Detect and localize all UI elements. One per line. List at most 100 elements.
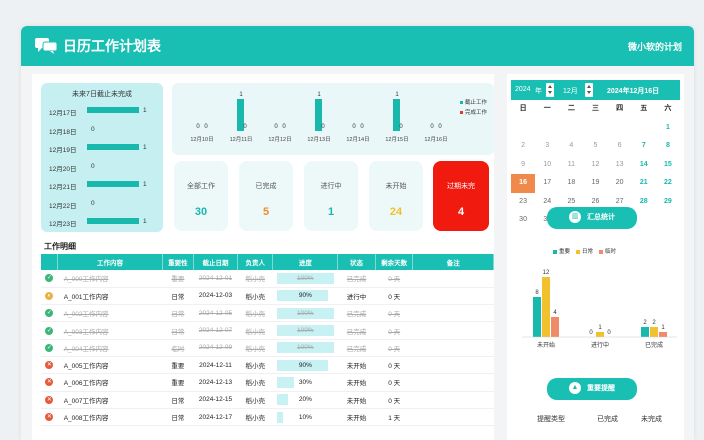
cell-remain: 0 天 [375, 373, 413, 392]
cell-note[interactable] [412, 304, 494, 323]
cell-note[interactable] [412, 408, 494, 427]
check-icon: ✓ [45, 326, 54, 335]
upcoming-count: 1 [143, 144, 147, 151]
calendar-day[interactable]: 13 [608, 156, 632, 175]
cell-prio: 日常 [162, 321, 194, 340]
year-spinner[interactable] [546, 83, 554, 97]
page-title: 日历工作计划表 [63, 38, 161, 54]
calendar-day[interactable]: 6 [608, 137, 632, 156]
stat-card[interactable]: 进行中 1 [304, 161, 358, 231]
calendar-day[interactable]: 20 [608, 174, 632, 193]
month-spinner[interactable] [585, 83, 593, 97]
calendar-day[interactable]: 11 [559, 156, 583, 175]
upcoming-date: 12月19日 [49, 147, 77, 154]
category-chart: 8124未开始010进行中2 21已完成 [522, 270, 677, 349]
calendar-day[interactable]: 15 [656, 156, 680, 175]
table-row[interactable]: ✕ A_006工作内容 重要 2024-12-13 稻小壳 30% 未开始 0 天 [41, 373, 494, 392]
column-header[interactable]: 工作内容 [57, 254, 163, 270]
cell-remain: 1 天 [375, 408, 413, 427]
calendar-day[interactable]: 22 [656, 174, 680, 193]
column-header[interactable]: 进度 [272, 254, 339, 270]
stat-card[interactable]: 过期未完 4 [433, 161, 489, 231]
table-row[interactable]: ✕ A_008工作内容 日常 2024-12-17 稻小壳 10% 未开始 1 天 [41, 408, 494, 427]
calendar-day[interactable]: 14 [632, 156, 656, 175]
upcoming-row: 12月17日 1 [47, 106, 159, 117]
column-header[interactable] [41, 254, 59, 270]
cell-note[interactable] [412, 356, 494, 375]
table-row[interactable]: ✓ A_000工作内容 重要 2024-12-01 稻小壳 100% 已完成 0 天 [41, 270, 494, 288]
cell-note[interactable] [412, 321, 494, 340]
table-row[interactable]: ✓ A_003工作内容 日常 2024-12-07 稻小壳 100% 已完成 0 天 [41, 321, 494, 340]
cross-icon: ✕ [45, 395, 54, 404]
table-row[interactable]: ✕ A_007工作内容 日常 2024-12-15 稻小壳 20% 未开始 0 天 [41, 391, 494, 409]
cell-note[interactable] [412, 339, 494, 357]
calendar-day[interactable]: 8 [656, 137, 680, 156]
calendar-day[interactable]: 16 [511, 174, 536, 193]
calendar-day[interactable]: 28 [632, 193, 656, 212]
calendar-day[interactable]: 12 [583, 156, 607, 175]
cell-status: 未开始 [337, 373, 376, 392]
calendar-day[interactable]: 7 [632, 137, 656, 156]
cell-task: A_007工作内容 [57, 391, 163, 409]
cell-note[interactable] [412, 373, 494, 392]
stat-card[interactable]: 已完成 5 [239, 161, 293, 231]
column-header[interactable]: 状态 [337, 254, 376, 270]
cell-progress: 90% [272, 287, 338, 306]
calendar-day[interactable]: 5 [583, 137, 607, 156]
table-row[interactable]: ✓ A_002工作内容 日常 2024-12-05 稻小壳 100% 已完成 0 天 [41, 304, 494, 323]
cross-icon: ✕ [45, 361, 54, 370]
month-value[interactable]: 12月 [563, 86, 578, 96]
bar-label: 8 [535, 290, 539, 296]
cell-note[interactable] [412, 270, 494, 288]
cell-remain: 0 天 [375, 287, 413, 306]
upcoming-date: 12月18日 [49, 128, 77, 136]
done-label: 0 [399, 124, 403, 130]
table-row[interactable]: ✓ A_004工作内容 临时 2024-12-09 稻小壳 100% 已完成 0 天 [41, 339, 494, 357]
summary-button[interactable]: ▥ 汇总统计 [547, 207, 637, 229]
cell-due: 2024-12-11 [193, 356, 238, 375]
bottom-legend: 重要 日常 临时 [553, 247, 622, 255]
calendar-day[interactable]: 3 [535, 137, 559, 156]
cell-owner: 稻小壳 [237, 304, 273, 323]
progress-fill [276, 394, 289, 406]
calendar-day[interactable]: 2 [511, 137, 535, 156]
cell-prio: 日常 [162, 391, 194, 409]
calendar-day[interactable]: 1 [656, 119, 680, 138]
cell-note[interactable] [412, 391, 494, 409]
cell-note[interactable] [412, 287, 494, 306]
cell-owner: 稻小壳 [237, 321, 273, 340]
table-row[interactable]: ✕ A_005工作内容 重要 2024-12-11 稻小壳 90% 未开始 0 天 [41, 356, 494, 375]
cell-due: 2024-12-17 [193, 408, 238, 427]
column-header[interactable]: 备注 [412, 254, 494, 270]
calendar-day[interactable]: 29 [656, 193, 680, 212]
calendar-day[interactable]: 23 [511, 193, 535, 212]
stat-card[interactable]: 未开始 24 [369, 161, 423, 231]
year-value[interactable]: 2024 [515, 86, 531, 93]
stat-card[interactable]: 全部工作 30 [174, 161, 228, 231]
column-header[interactable]: 负责人 [237, 254, 274, 270]
progress-text: 30% [298, 378, 312, 386]
table-row[interactable]: ◐ A_001工作内容 日常 2024-12-03 稻小壳 90% 进行中 0 天 [41, 287, 494, 306]
calendar-day[interactable]: 30 [511, 211, 535, 230]
due-label: 0 [274, 124, 278, 130]
cell-due: 2024-12-01 [193, 270, 238, 288]
cell-status: 已完成 [337, 339, 376, 357]
chat-icon [35, 38, 57, 54]
calendar-day[interactable]: 17 [535, 174, 559, 193]
cell-task: A_005工作内容 [57, 356, 163, 375]
column-header[interactable]: 重要性 [162, 254, 195, 270]
calendar-day[interactable]: 19 [583, 174, 607, 193]
reminder-button[interactable]: ▲ 重要提醒 [547, 378, 637, 400]
reminder-col-type: 提醒类型 [537, 416, 565, 423]
warning-icon: ▲ [569, 382, 581, 395]
cell-remain: 0 天 [375, 321, 413, 340]
upcoming-count: 0 [91, 125, 95, 133]
calendar-day[interactable]: 4 [559, 137, 583, 156]
calendar-day[interactable]: 10 [535, 156, 559, 175]
calendar-day[interactable]: 18 [559, 174, 583, 193]
calendar-day[interactable]: 9 [511, 156, 535, 175]
column-header[interactable]: 剩余天数 [375, 254, 414, 270]
weekday-label: 四 [616, 105, 624, 112]
calendar-day[interactable]: 21 [632, 174, 656, 193]
column-header[interactable]: 截止日期 [193, 254, 238, 270]
